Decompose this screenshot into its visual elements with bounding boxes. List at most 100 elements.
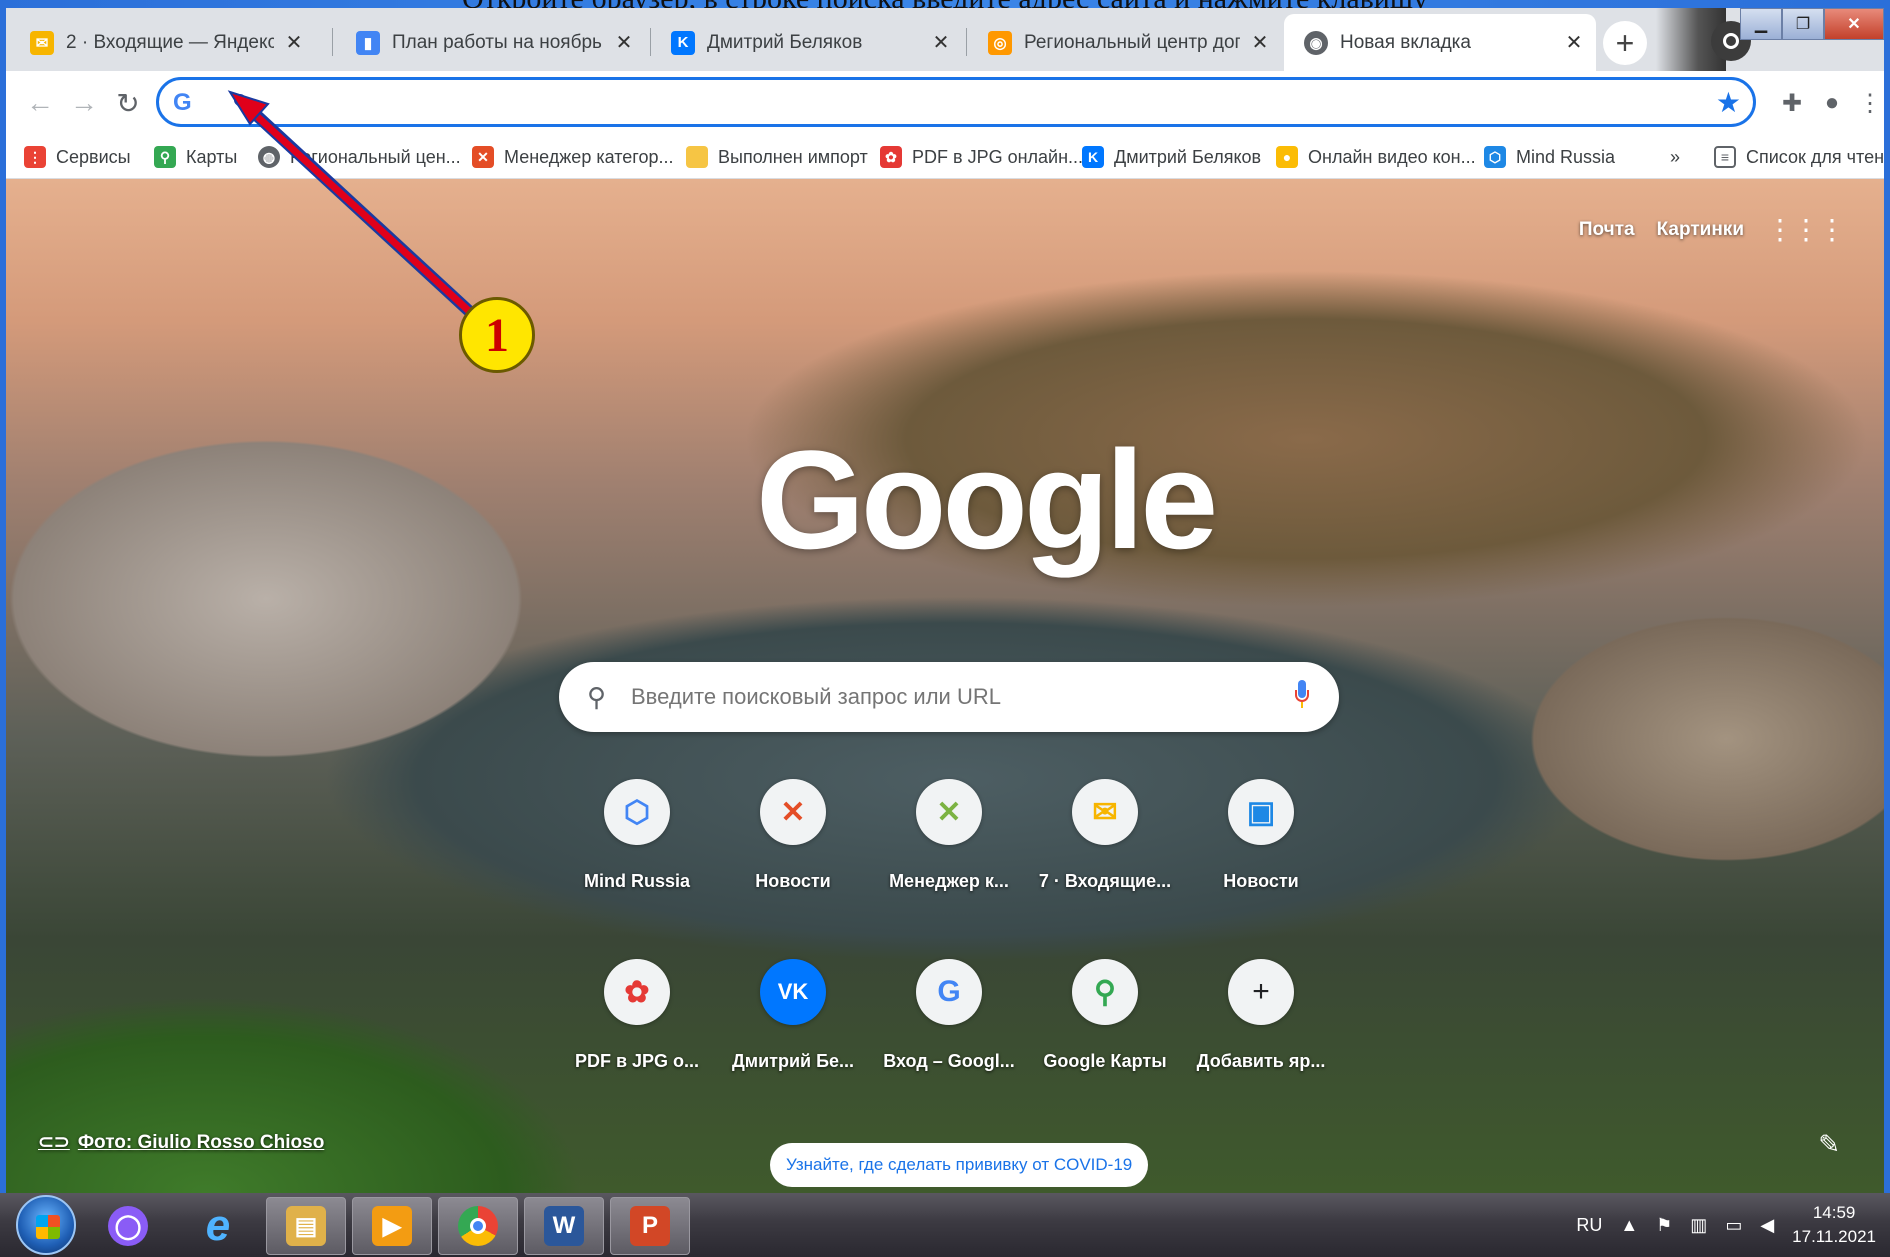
tab-separator <box>332 28 333 56</box>
microphone-icon[interactable] <box>1295 680 1309 710</box>
shortcut-label: Менеджер к... <box>889 871 1009 891</box>
network-icon[interactable]: ▭ <box>1725 1215 1742 1236</box>
usb-icon[interactable]: ▥ <box>1690 1215 1707 1236</box>
google-g-icon: G <box>173 89 192 116</box>
bookmark-mind-russia[interactable]: ⬡ Mind Russia <box>1484 143 1615 171</box>
shortcut-pdf-to-jpg[interactable]: ✿ PDF в JPG о... <box>559 959 715 1109</box>
bookmark-imported-folder[interactable]: Выполнен импорт <box>686 143 868 171</box>
annotation-callout: 1 <box>459 297 535 373</box>
shortcut-inbox[interactable]: ✉ 7 · Входящие... <box>1027 779 1183 929</box>
profile-icon[interactable]: ● <box>1814 85 1850 121</box>
taskbar-alice[interactable]: ◯ <box>88 1197 168 1255</box>
shortcut-mind-russia[interactable]: ⬡ Mind Russia <box>559 779 715 929</box>
tab-regional-center[interactable]: ◎ Региональный центр дополн ✕ <box>968 14 1282 71</box>
pencil-icon[interactable]: ✎ <box>1818 1129 1840 1160</box>
bookmark-maps[interactable]: ⚲ Карты <box>154 143 237 171</box>
bookmark-regional[interactable]: ◍ Региональный цен... <box>258 143 461 171</box>
close-icon[interactable]: ✕ <box>1564 30 1584 55</box>
chrome-icon: ◉ <box>1304 30 1328 55</box>
address-input[interactable] <box>209 86 1669 120</box>
flag-icon[interactable]: ⚑ <box>1656 1215 1672 1236</box>
google-apps-icon[interactable]: ⋮⋮⋮ <box>1766 216 1846 244</box>
photo-credit-link[interactable]: ⊂⊃ Фото: Giulio Rosso Chioso <box>38 1131 324 1154</box>
tab-plan[interactable]: ▮ План работы на ноябрь 2021 ✕ <box>336 14 646 71</box>
docs-icon: ▮ <box>356 30 380 55</box>
maximize-button[interactable]: ❐ <box>1782 8 1824 40</box>
reload-button[interactable]: ↻ <box>110 85 146 121</box>
bookmark-label: Список для чтения <box>1746 146 1884 167</box>
close-window-button[interactable]: ✕ <box>1824 8 1884 40</box>
tab-yandex-mail[interactable]: ✉ 2 · Входящие — Яндекс.Почта ✕ <box>10 14 316 71</box>
language-indicator[interactable]: RU <box>1576 1215 1602 1236</box>
shortcut-label: Дмитрий Бе... <box>731 1051 855 1071</box>
shortcut-google-maps[interactable]: ⚲ Google Карты <box>1027 959 1183 1109</box>
chrome-icon <box>458 1206 498 1246</box>
reading-list-button[interactable]: ≡ Список для чтения <box>1714 143 1884 171</box>
tab-vk[interactable]: K Дмитрий Беляков ✕ <box>651 14 963 71</box>
bookmark-services[interactable]: ⋮ Сервисы <box>24 143 131 171</box>
volume-icon[interactable]: ◀ <box>1760 1215 1774 1236</box>
clock[interactable]: 14:59 17.11.2021 <box>1792 1201 1876 1249</box>
taskbar: ◯ e ▤ ▶ W P RU ▲ ⚑ ▥ ▭ ◀ 14:59 17.11.202… <box>0 1193 1890 1257</box>
media-player-icon: ▶ <box>372 1206 412 1246</box>
shortcut-news-2[interactable]: ▣ Новости <box>1183 779 1339 929</box>
close-icon[interactable]: ✕ <box>614 30 634 55</box>
bookmark-label: Дмитрий Беляков <box>1114 146 1262 167</box>
shortcut-google-signin[interactable]: G Вход – Googl... <box>871 959 1027 1109</box>
taskbar-powerpoint[interactable]: P <box>610 1197 690 1255</box>
taskbar-explorer[interactable]: ▤ <box>266 1197 346 1255</box>
chevron-down-icon <box>1723 33 1739 49</box>
close-icon[interactable]: ✕ <box>1250 30 1270 55</box>
shortcut-label: 7 · Входящие... <box>1038 871 1172 891</box>
menu-kebab-icon[interactable]: ⋮ <box>1852 85 1884 121</box>
site-icon: ◎ <box>988 30 1012 55</box>
shortcut-vk[interactable]: VK Дмитрий Бе... <box>715 959 871 1109</box>
shortcut-add[interactable]: + Добавить яр... <box>1183 959 1339 1109</box>
extensions-icon[interactable]: ✚ <box>1774 85 1810 121</box>
link-icon: ⊂⊃ <box>38 1132 70 1153</box>
photo-credit-text: Фото: Giulio Rosso Chioso <box>77 1132 325 1153</box>
bookmark-label: Mind Russia <box>1516 146 1616 167</box>
back-button[interactable]: ← <box>22 85 58 121</box>
pdf-icon: ✿ <box>880 146 902 168</box>
taskbar-media[interactable]: ▶ <box>352 1197 432 1255</box>
bookmark-video-conference[interactable]: ● Онлайн видео кон... <box>1276 143 1476 171</box>
ntp-header-links: Почта Картинки ⋮⋮⋮ <box>1579 216 1846 244</box>
taskbar-chrome[interactable] <box>438 1197 518 1255</box>
tab-new-tab[interactable]: ◉ Новая вкладка ✕ <box>1284 14 1596 71</box>
images-link[interactable]: Картинки <box>1657 219 1744 241</box>
bookmark-pdf-to-jpg[interactable]: ✿ PDF в JPG онлайн... <box>880 143 1083 171</box>
start-button[interactable] <box>16 1195 76 1255</box>
bookmark-category-manager[interactable]: ✕ Менеджер категор... <box>472 143 673 171</box>
tray-expand-icon[interactable]: ▲ <box>1620 1215 1638 1236</box>
video-icon: ● <box>1276 146 1298 168</box>
taskbar-word[interactable]: W <box>524 1197 604 1255</box>
close-icon[interactable]: ✕ <box>284 30 304 55</box>
bookmark-star-icon[interactable]: ★ <box>1716 86 1741 119</box>
forward-button[interactable]: → <box>66 85 102 121</box>
new-tab-page: Почта Картинки ⋮⋮⋮ Google ⚲ ⬡ Mind Russi… <box>6 179 1884 1193</box>
shortcut-category-manager[interactable]: ✕ Менеджер к... <box>871 779 1027 929</box>
bookmark-vk[interactable]: K Дмитрий Беляков <box>1082 143 1261 171</box>
pdf-icon: ✿ <box>604 959 670 1025</box>
plus-icon: + <box>1228 959 1294 1025</box>
clock-date: 17.11.2021 <box>1792 1227 1876 1246</box>
toolbar: ← → ↻ G ★ ✚ ● ⋮ <box>6 71 1884 135</box>
gmail-link[interactable]: Почта <box>1579 219 1635 241</box>
ntp-search-input[interactable] <box>631 680 1271 714</box>
shortcut-news-1[interactable]: ✕ Новости <box>715 779 871 929</box>
taskbar-ie[interactable]: e <box>178 1197 258 1255</box>
minimize-button[interactable]: ▁ <box>1740 8 1782 40</box>
ntp-search-box[interactable]: ⚲ <box>559 662 1339 732</box>
address-bar[interactable]: G ★ <box>156 77 1756 127</box>
powerpoint-icon: P <box>630 1206 670 1246</box>
bookmark-label: PDF в JPG онлайн... <box>912 146 1084 167</box>
bookmarks-more-button[interactable]: » <box>1670 143 1680 171</box>
tab-strip: ✉ 2 · Входящие — Яндекс.Почта ✕ ▮ План р… <box>6 8 1884 71</box>
shortcut-label: Новости <box>755 871 831 891</box>
reload-icon: ↻ <box>116 87 140 119</box>
close-icon[interactable]: ✕ <box>931 30 951 55</box>
folder-icon <box>686 146 708 168</box>
covid-vaccine-chip[interactable]: Узнайте, где сделать прививку от COVID-1… <box>770 1143 1149 1187</box>
new-tab-button[interactable]: + <box>1603 21 1647 65</box>
